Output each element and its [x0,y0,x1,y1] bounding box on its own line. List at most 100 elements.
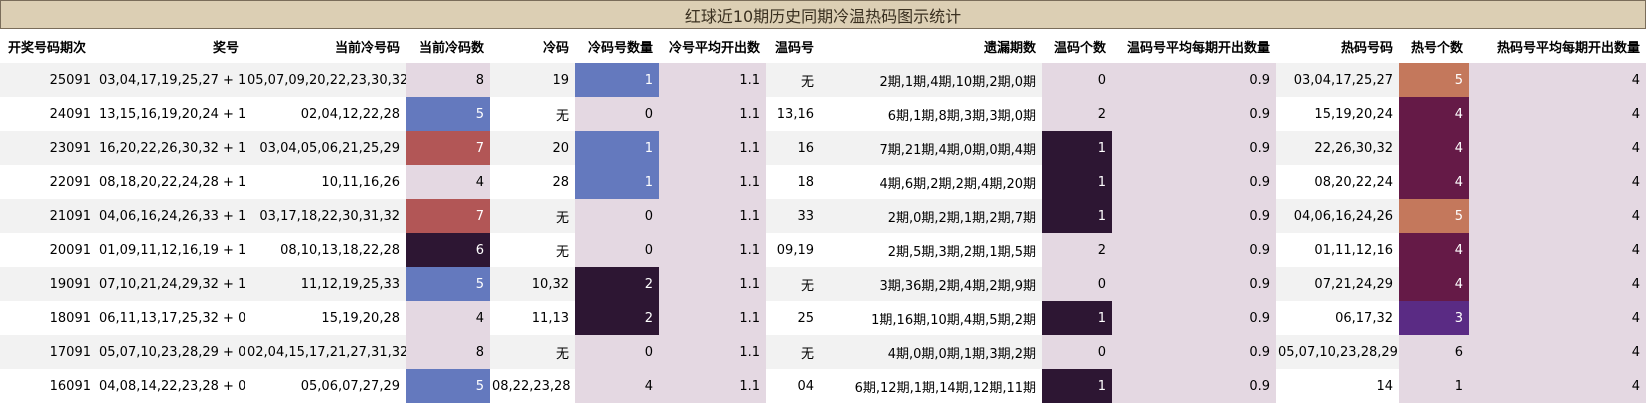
period-cell: 18091 [0,301,97,335]
hot-cell: 08,20,22,24 [1276,165,1399,199]
draw-cell: 06,11,13,17,25,32 + 07 [97,301,245,335]
warm-count-cell: 0 [1042,63,1112,97]
cold-current-count-cell: 5 [406,369,490,403]
miss-cell: 4期,0期,0期,1期,3期,2期 [820,335,1042,369]
draw-cell: 05,07,10,23,28,29 + 03 [97,335,245,369]
hot-count-cell: 5 [1399,63,1469,97]
page-title-text: 红球近10期历史同期冷温热码图示统计 [684,6,962,26]
warm-avg-cell: 0.9 [1112,369,1276,403]
miss-cell: 6期,1期,8期,3期,3期,0期 [820,97,1042,131]
col-header-cold-count[interactable]: 冷码号数量 [575,30,659,63]
hot-count-cell: 4 [1399,233,1469,267]
col-header-miss[interactable]: 遗漏期数 [820,30,1042,63]
hot-count-cell: 4 [1399,267,1469,301]
hot-avg-cell: 4 [1469,301,1646,335]
cold-cell: 无 [490,233,575,267]
hot-avg-cell: 4 [1469,97,1646,131]
table-row: 24091 13,15,16,19,20,24 + 10 02,04,12,22… [0,97,1646,131]
hot-cell: 01,11,12,16 [1276,233,1399,267]
period-cell: 25091 [0,63,97,97]
cold-avg-cell: 1.1 [659,335,766,369]
draw-cell: 03,04,17,19,25,27 + 14 [97,63,245,97]
cold-current-cell: 03,17,18,22,30,31,32 [245,199,406,233]
draw-cell: 01,09,11,12,16,19 + 16 [97,233,245,267]
hot-count-cell: 4 [1399,131,1469,165]
col-header-warm[interactable]: 温码号 [766,30,820,63]
period-cell: 19091 [0,267,97,301]
table-row: 20091 01,09,11,12,16,19 + 16 08,10,13,18… [0,233,1646,267]
warm-cell: 25 [766,301,820,335]
cold-cell: 无 [490,97,575,131]
cold-current-cell: 02,04,15,17,21,27,31,32 [245,335,406,369]
warm-cell: 无 [766,63,820,97]
warm-avg-cell: 0.9 [1112,233,1276,267]
hot-cell: 07,21,24,29 [1276,267,1399,301]
warm-cell: 04 [766,369,820,403]
miss-cell: 4期,6期,2期,2期,4期,20期 [820,165,1042,199]
draw-cell: 13,15,16,19,20,24 + 10 [97,97,245,131]
col-header-cold-avg[interactable]: 冷号平均开出数 [659,30,766,63]
cold-avg-cell: 1.1 [659,97,766,131]
cold-current-cell: 03,04,05,06,21,25,29 [245,131,406,165]
cold-count-cell: 0 [575,335,659,369]
warm-count-cell: 1 [1042,131,1112,165]
col-header-period[interactable]: 开奖号码期次 [0,30,97,63]
header-row: 开奖号码期次 奖号 当前冷号码 当前冷码数 冷码 冷码号数量 冷号平均开出数 温… [0,30,1646,63]
warm-count-cell: 1 [1042,369,1112,403]
col-header-warm-count[interactable]: 温码个数 [1042,30,1112,63]
cold-current-count-cell: 8 [406,63,490,97]
hot-avg-cell: 4 [1469,233,1646,267]
cold-current-count-cell: 5 [406,267,490,301]
hot-count-cell: 3 [1399,301,1469,335]
hot-cell: 14 [1276,369,1399,403]
hot-cell: 04,06,16,24,26 [1276,199,1399,233]
warm-avg-cell: 0.9 [1112,335,1276,369]
table-row: 22091 08,18,20,22,24,28 + 10 10,11,16,26… [0,165,1646,199]
hot-cell: 03,04,17,25,27 [1276,63,1399,97]
hot-avg-cell: 4 [1469,267,1646,301]
period-cell: 24091 [0,97,97,131]
warm-cell: 无 [766,267,820,301]
period-cell: 16091 [0,369,97,403]
cold-cell: 28 [490,165,575,199]
cold-current-cell: 05,06,07,27,29 [245,369,406,403]
warm-count-cell: 1 [1042,165,1112,199]
cold-avg-cell: 1.1 [659,131,766,165]
cold-current-count-cell: 4 [406,301,490,335]
miss-cell: 2期,5期,3期,2期,1期,5期 [820,233,1042,267]
miss-cell: 2期,0期,2期,1期,2期,7期 [820,199,1042,233]
hot-count-cell: 6 [1399,335,1469,369]
hot-avg-cell: 4 [1469,199,1646,233]
cold-cell: 20 [490,131,575,165]
warm-cell: 16 [766,131,820,165]
col-header-hot-count[interactable]: 热号个数 [1399,30,1469,63]
cold-count-cell: 1 [575,131,659,165]
miss-cell: 1期,16期,10期,4期,5期,2期 [820,301,1042,335]
hot-cell: 05,07,10,23,28,29 [1276,335,1399,369]
col-header-warm-avg[interactable]: 温码号平均每期开出数量 [1112,30,1276,63]
col-header-draw[interactable]: 奖号 [97,30,245,63]
col-header-cold-current-count[interactable]: 当前冷码数 [406,30,490,63]
col-header-hot[interactable]: 热码号码 [1276,30,1399,63]
cold-current-cell: 15,19,20,28 [245,301,406,335]
table-row: 21091 04,06,16,24,26,33 + 16 03,17,18,22… [0,199,1646,233]
warm-cell: 09,19 [766,233,820,267]
draw-cell: 04,06,16,24,26,33 + 16 [97,199,245,233]
col-header-cold[interactable]: 冷码 [490,30,575,63]
cold-current-cell: 10,11,16,26 [245,165,406,199]
draw-cell: 04,08,14,22,23,28 + 07 [97,369,245,403]
cold-current-count-cell: 8 [406,335,490,369]
hot-cell: 06,17,32 [1276,301,1399,335]
col-header-cold-current[interactable]: 当前冷号码 [245,30,406,63]
warm-cell: 33 [766,199,820,233]
warm-count-cell: 0 [1042,335,1112,369]
period-cell: 22091 [0,165,97,199]
warm-avg-cell: 0.9 [1112,267,1276,301]
col-header-hot-avg[interactable]: 热码号平均每期开出数量 [1469,30,1646,63]
draw-cell: 08,18,20,22,24,28 + 10 [97,165,245,199]
hot-avg-cell: 4 [1469,369,1646,403]
cold-cell: 10,32 [490,267,575,301]
warm-avg-cell: 0.9 [1112,63,1276,97]
period-cell: 23091 [0,131,97,165]
cold-count-cell: 1 [575,63,659,97]
